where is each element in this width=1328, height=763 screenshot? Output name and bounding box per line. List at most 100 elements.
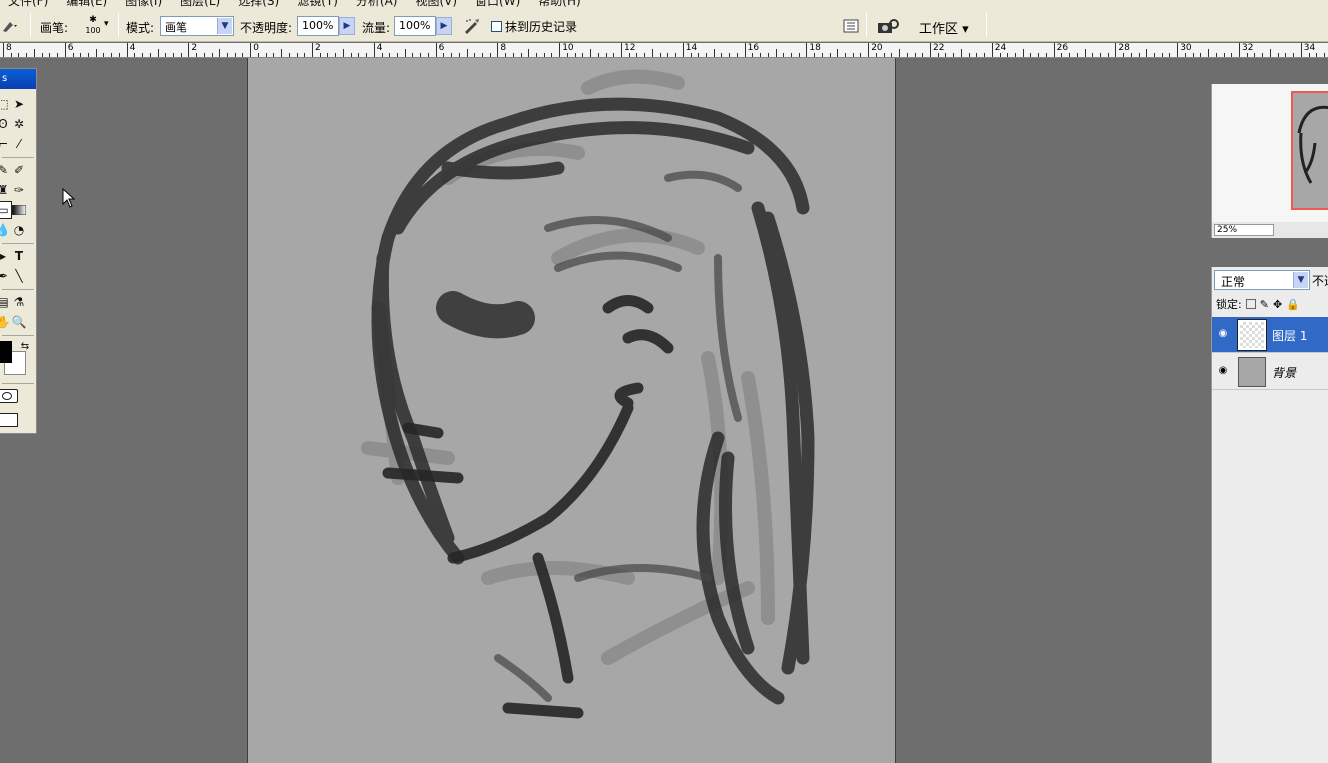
ruler-minor-tick xyxy=(628,53,630,57)
tool-palette-title[interactable]: s xyxy=(0,69,36,89)
history-brush-icon[interactable]: ✑ xyxy=(10,181,28,199)
lock-pixels-icon[interactable]: ✎ xyxy=(1260,298,1269,311)
ruler-label: 34 xyxy=(1303,43,1316,53)
ruler-minor-tick xyxy=(984,53,986,57)
ruler-minor-tick xyxy=(1269,49,1271,57)
ruler-major-tick xyxy=(806,43,808,57)
flow-input[interactable]: 100% xyxy=(394,16,436,36)
brush-tool-icon[interactable]: ✐ xyxy=(10,161,28,179)
ruler-minor-tick xyxy=(875,53,877,57)
ruler-label: 6 xyxy=(438,43,445,53)
menu-item[interactable]: 图层(L) xyxy=(172,0,230,8)
ruler-minor-tick xyxy=(636,53,638,57)
ruler-minor-tick xyxy=(366,53,368,57)
divider xyxy=(2,289,34,290)
opacity-input[interactable]: 100% xyxy=(297,16,339,36)
ruler-minor-tick xyxy=(690,53,692,57)
bridge-icon[interactable] xyxy=(876,16,900,36)
menu-item[interactable]: 文件(F) xyxy=(0,0,58,8)
ruler-major-tick xyxy=(559,43,561,57)
menu-item[interactable]: 滤镜(T) xyxy=(289,0,348,8)
screen-mode-icon[interactable] xyxy=(0,413,18,427)
tool-preset-icon[interactable] xyxy=(0,16,20,36)
ruler-minor-tick xyxy=(922,53,924,57)
slice-tool-icon[interactable]: ⁄ xyxy=(10,135,28,153)
opacity-slider-button[interactable]: ▶ xyxy=(339,17,355,35)
flow-slider-button[interactable]: ▶ xyxy=(436,17,452,35)
blend-mode-select[interactable]: 正常 ▼ xyxy=(1214,270,1310,290)
eyedropper-icon[interactable]: ⚗ xyxy=(10,293,28,311)
menu-item[interactable]: 窗口(W) xyxy=(467,0,530,8)
ruler-minor-tick xyxy=(327,53,329,57)
ruler-minor-tick xyxy=(845,53,847,57)
lock-all-icon[interactable]: 🔒 xyxy=(1286,298,1300,311)
line-tool-icon[interactable]: ╲ xyxy=(10,267,28,285)
ruler-minor-tick xyxy=(1285,53,1287,57)
ruler-minor-tick xyxy=(968,53,970,57)
mode-select[interactable]: 画笔 ▼ xyxy=(160,16,234,36)
ruler-minor-tick xyxy=(196,53,198,57)
ruler-minor-tick xyxy=(412,53,414,57)
dodge-tool-icon[interactable]: ◔ xyxy=(10,221,28,239)
divider xyxy=(2,243,34,244)
eye-icon[interactable]: ◉ xyxy=(1216,365,1230,379)
ruler-minor-tick xyxy=(976,53,978,57)
chevron-down-icon[interactable]: ▾ xyxy=(104,19,109,29)
menu-item[interactable]: 图像(I) xyxy=(117,0,172,8)
erase-to-history-checkbox[interactable] xyxy=(491,21,502,32)
ruler-minor-tick xyxy=(1138,53,1140,57)
type-tool-icon[interactable]: T xyxy=(10,247,28,265)
ruler-minor-tick xyxy=(1323,53,1325,57)
ruler-minor-tick xyxy=(1308,53,1310,57)
brush-palette-icon[interactable] xyxy=(841,16,861,36)
quick-mask-icon[interactable] xyxy=(0,389,18,403)
menu-item[interactable]: 视图(V) xyxy=(407,0,467,8)
ruler-major-tick xyxy=(930,43,931,57)
navigator-zoom-input[interactable]: 25% xyxy=(1214,224,1274,236)
tool-palette: s ⬚ ➤ ʘ ✲ ⌐ ⁄ ✎ ✐ ♜ ✑ ▭ 💧 ◔ ▸ T ✒ ╲ ▤ ⚗ … xyxy=(0,68,37,434)
ruler-label: 18 xyxy=(809,43,821,53)
brush-preset-picker[interactable]: ✱ 100 xyxy=(80,14,106,40)
ruler-label: 8 xyxy=(6,43,12,53)
airbrush-icon[interactable] xyxy=(462,16,482,36)
ruler-minor-tick xyxy=(790,53,792,57)
ruler-label: 0 xyxy=(253,43,259,53)
ruler-minor-tick xyxy=(273,53,275,57)
layer-row[interactable]: ◉ 背景 xyxy=(1212,354,1328,390)
layer-row[interactable]: ◉ 图层 1 xyxy=(1212,317,1328,353)
zoom-tool-icon[interactable]: 🔍 xyxy=(10,313,28,331)
eye-icon[interactable]: ◉ xyxy=(1216,328,1230,342)
ruler-minor-tick xyxy=(1099,53,1101,57)
ruler-minor-tick xyxy=(721,53,723,57)
ruler-minor-tick xyxy=(358,53,360,57)
menu-item[interactable]: 编辑(E) xyxy=(58,0,117,8)
gradient-tool-icon[interactable] xyxy=(10,201,28,219)
magic-wand-icon[interactable]: ✲ xyxy=(10,115,28,133)
ruler-minor-tick xyxy=(142,53,144,57)
divider xyxy=(2,157,34,158)
menu-item[interactable]: 帮助(H) xyxy=(530,0,590,8)
ruler-minor-tick xyxy=(1231,53,1233,57)
workspace-menu[interactable]: 工作区 ▾ xyxy=(919,18,969,37)
navigator-view-frame[interactable] xyxy=(1291,91,1328,210)
document-canvas[interactable] xyxy=(247,58,896,763)
lock-position-icon[interactable]: ✥ xyxy=(1273,298,1282,311)
move-tool-icon[interactable]: ➤ xyxy=(10,95,28,113)
ruler-major-tick xyxy=(435,43,437,57)
ruler-major-tick xyxy=(991,43,993,57)
flow-label: 流量: xyxy=(362,21,391,35)
navigator-thumbnail[interactable] xyxy=(1212,84,1328,222)
ruler-minor-tick xyxy=(72,53,74,57)
ruler-label: 28 xyxy=(1118,43,1130,53)
foreground-color-swatch[interactable] xyxy=(0,341,12,363)
ruler-minor-tick xyxy=(590,49,592,57)
lock-transparent-icon[interactable] xyxy=(1245,299,1256,309)
ruler-minor-tick xyxy=(1154,53,1156,57)
menu-item[interactable]: 分析(A) xyxy=(348,0,408,8)
menu-item[interactable]: 选择(S) xyxy=(230,0,289,8)
swap-colors-icon[interactable]: ⇆ xyxy=(16,337,34,355)
layer-name: 背景 xyxy=(1272,366,1297,380)
ruler-minor-tick xyxy=(582,53,584,57)
ruler-minor-tick xyxy=(87,53,89,57)
ruler-minor-tick xyxy=(1169,53,1171,57)
